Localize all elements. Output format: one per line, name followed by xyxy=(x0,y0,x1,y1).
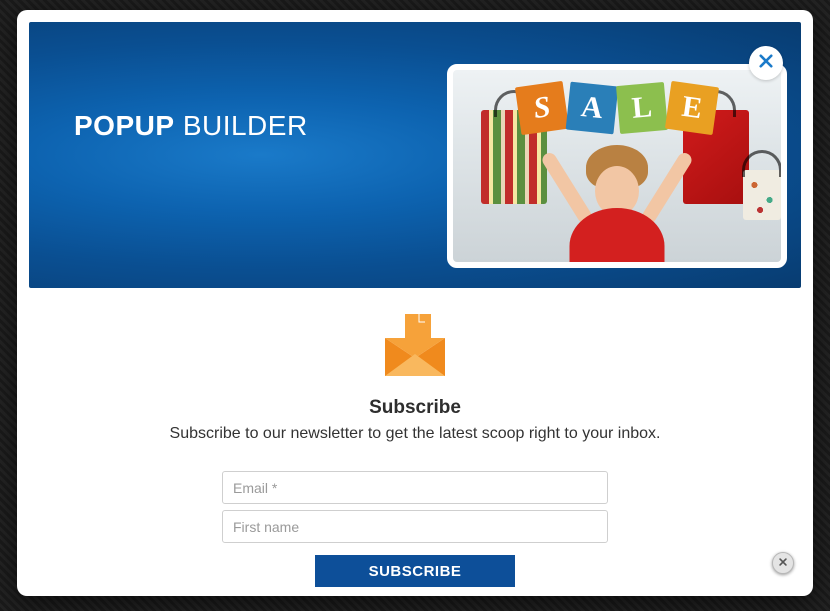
brand-title: POPUP BUILDER xyxy=(74,110,308,142)
subscribe-description: Subscribe to our newsletter to get the l… xyxy=(57,425,773,443)
popup-header: POPUP BUILDER S A L E xyxy=(29,22,801,288)
promo-image: S A L E xyxy=(447,64,787,268)
firstname-field[interactable] xyxy=(222,510,608,543)
subscribe-button[interactable]: SUBSCRIBE xyxy=(315,555,515,587)
email-field[interactable] xyxy=(222,471,608,504)
person-illustration xyxy=(562,128,672,268)
close-icon xyxy=(778,554,788,572)
subscribe-form: SUBSCRIBE xyxy=(222,471,608,587)
envelope-icon xyxy=(379,310,451,387)
popup-modal: POPUP BUILDER S A L E xyxy=(17,10,813,596)
outer-close-button[interactable] xyxy=(772,552,794,574)
sale-letter: A xyxy=(566,82,619,135)
brand-light: BUILDER xyxy=(183,110,308,141)
shopping-bag-icon xyxy=(743,170,781,220)
close-button[interactable] xyxy=(749,46,783,80)
sale-letters: S A L E xyxy=(518,84,716,132)
subscribe-heading: Subscribe xyxy=(57,397,773,419)
sale-letter: L xyxy=(616,82,668,134)
brand-bold: POPUP xyxy=(74,110,175,141)
sale-letter: S xyxy=(515,81,569,135)
close-icon xyxy=(757,52,775,75)
popup-body: Subscribe Subscribe to our newsletter to… xyxy=(17,300,813,587)
sale-letter: E xyxy=(665,81,719,135)
